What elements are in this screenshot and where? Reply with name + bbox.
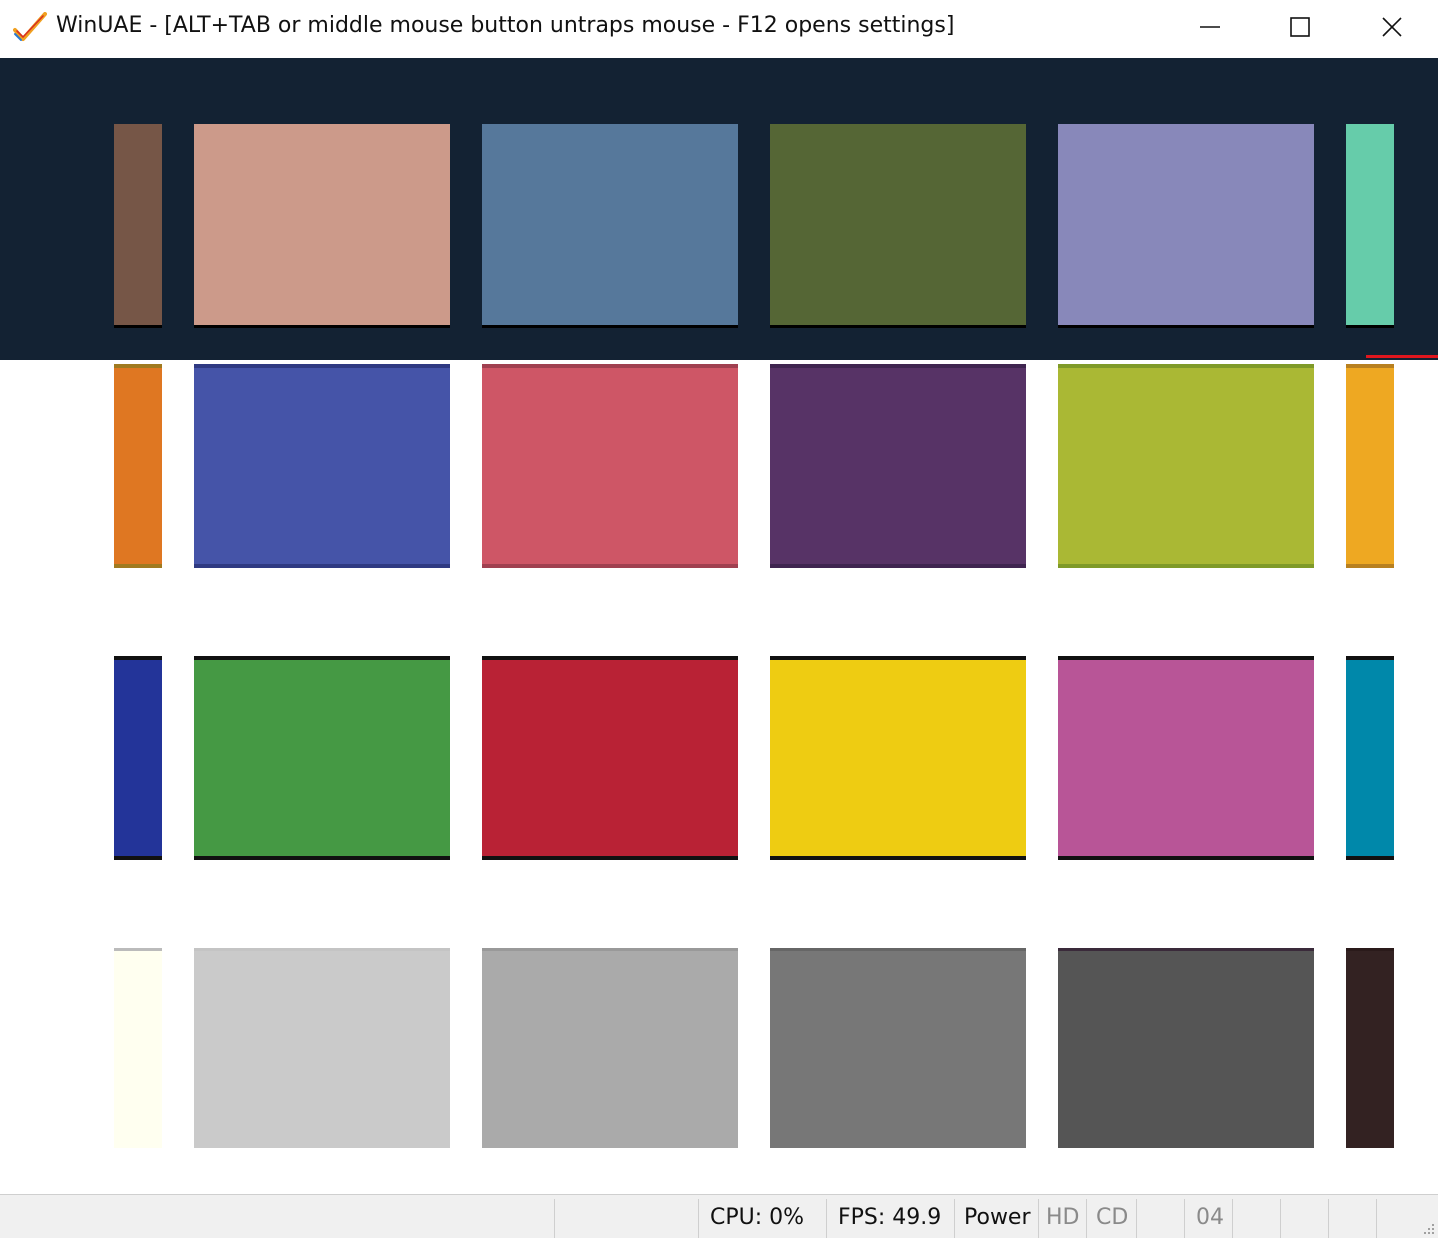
- palette-swatch-r1-c6: [1346, 124, 1394, 328]
- palette-swatch-r1-c2: [194, 124, 450, 328]
- status-separator: [1038, 1199, 1039, 1238]
- swatch-shadow: [114, 325, 162, 328]
- power-led[interactable]: Power: [964, 1205, 1031, 1230]
- swatch-shadow: [482, 325, 738, 328]
- swatch-shadow: [114, 364, 162, 368]
- swatch-shadow: [482, 656, 738, 660]
- swatch-shadow: [194, 364, 450, 368]
- swatch-shadow: [770, 564, 1026, 568]
- palette-swatch-r3-c5: [1058, 656, 1314, 860]
- palette-swatch-r3-c3: [482, 656, 738, 860]
- swatch-shadow: [1058, 656, 1314, 660]
- title-bar[interactable]: WinUAE - [ALT+TAB or middle mouse button…: [0, 0, 1438, 58]
- minimize-button[interactable]: [1164, 0, 1256, 54]
- palette-swatch-r4-c5: [1058, 948, 1314, 1148]
- swatch-shadow: [114, 564, 162, 568]
- swatch-shadow: [1346, 948, 1394, 951]
- status-separator: [1232, 1199, 1233, 1238]
- swatch-shadow: [194, 856, 450, 860]
- palette-swatch-r4-c2: [194, 948, 450, 1148]
- palette-swatch-r1-c5: [1058, 124, 1314, 328]
- swatch-shadow: [770, 364, 1026, 368]
- palette-swatch-r2-c6: [1346, 364, 1394, 568]
- status-separator: [954, 1199, 955, 1238]
- swatch-shadow: [114, 856, 162, 860]
- swatch-shadow: [114, 656, 162, 660]
- fps-counter: FPS: 49.9: [838, 1205, 942, 1230]
- swatch-shadow: [1058, 948, 1314, 951]
- swatch-shadow: [482, 364, 738, 368]
- swatch-shadow: [1346, 325, 1394, 328]
- emulator-display[interactable]: [0, 58, 1438, 1194]
- red-marker-line: [1366, 355, 1438, 358]
- palette-swatch-r3-c2: [194, 656, 450, 860]
- close-icon: [1382, 17, 1402, 37]
- palette-swatch-r3-c6: [1346, 656, 1394, 860]
- swatch-shadow: [770, 948, 1026, 951]
- hd-led[interactable]: HD: [1046, 1205, 1079, 1230]
- palette-swatch-r3-c4: [770, 656, 1026, 860]
- status-separator: [1280, 1199, 1281, 1238]
- swatch-shadow: [114, 948, 162, 951]
- status-separator: [554, 1199, 555, 1238]
- winuae-checkmark-icon: [13, 12, 47, 41]
- status-separator: [1376, 1199, 1377, 1238]
- palette-swatch-r1-c3: [482, 124, 738, 328]
- palette-swatch-r2-c5: [1058, 364, 1314, 568]
- swatch-shadow: [482, 948, 738, 951]
- maximize-button[interactable]: [1254, 0, 1346, 54]
- palette-swatch-r4-c3: [482, 948, 738, 1148]
- palette-swatch-r4-c6: [1346, 948, 1394, 1148]
- palette-swatch-r2-c3: [482, 364, 738, 568]
- swatch-shadow: [194, 564, 450, 568]
- palette-swatch-r3-c1: [114, 656, 162, 860]
- palette-swatch-r2-c1: [114, 364, 162, 568]
- swatch-shadow: [770, 325, 1026, 328]
- minimize-icon: [1200, 26, 1220, 28]
- palette-swatch-r4-c1: [114, 948, 162, 1148]
- swatch-shadow: [1346, 564, 1394, 568]
- status-bar: CPU: 0% FPS: 49.9 Power HD CD 04: [0, 1194, 1438, 1238]
- palette-swatch-r1-c4: [770, 124, 1026, 328]
- swatch-shadow: [770, 656, 1026, 660]
- swatch-shadow: [194, 656, 450, 660]
- palette-swatch-r2-c2: [194, 364, 450, 568]
- swatch-shadow: [1346, 364, 1394, 368]
- swatch-shadow: [194, 948, 450, 951]
- resize-grip-icon[interactable]: [1421, 1221, 1435, 1235]
- status-separator: [1328, 1199, 1329, 1238]
- swatch-shadow: [1058, 856, 1314, 860]
- maximize-icon: [1290, 17, 1310, 37]
- palette-swatch-r2-c4: [770, 364, 1026, 568]
- swatch-shadow: [1058, 564, 1314, 568]
- winuae-window: WinUAE - [ALT+TAB or middle mouse button…: [0, 0, 1438, 1238]
- palette-swatch-r1-c1: [114, 124, 162, 328]
- status-separator: [1136, 1199, 1137, 1238]
- status-separator: [1086, 1199, 1087, 1238]
- status-separator: [698, 1199, 699, 1238]
- status-separator: [1184, 1199, 1185, 1238]
- swatch-shadow: [1346, 856, 1394, 860]
- swatch-shadow: [1058, 325, 1314, 328]
- window-title: WinUAE - [ALT+TAB or middle mouse button…: [56, 13, 955, 38]
- close-button[interactable]: [1346, 0, 1438, 54]
- cpu-usage: CPU: 0%: [710, 1205, 805, 1230]
- status-separator: [826, 1199, 827, 1238]
- swatch-shadow: [1346, 656, 1394, 660]
- swatch-shadow: [482, 856, 738, 860]
- swatch-shadow: [770, 856, 1026, 860]
- swatch-shadow: [194, 325, 450, 328]
- floppy-drive-0-track[interactable]: 04: [1196, 1205, 1224, 1230]
- swatch-shadow: [482, 564, 738, 568]
- palette-swatch-r4-c4: [770, 948, 1026, 1148]
- cd-led[interactable]: CD: [1096, 1205, 1128, 1230]
- swatch-shadow: [1058, 364, 1314, 368]
